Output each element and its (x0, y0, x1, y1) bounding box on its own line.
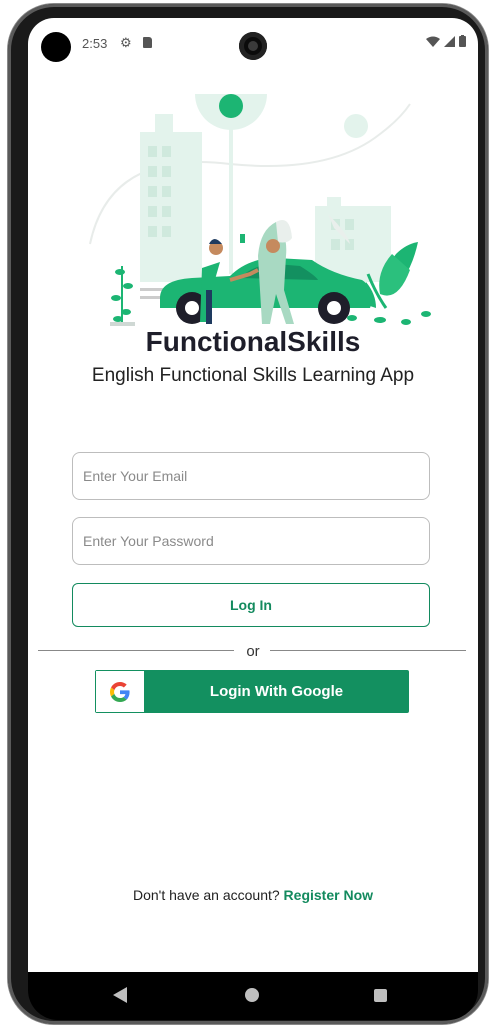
google-login-button[interactable]: Login With Google (95, 670, 409, 713)
car-handshake-illustration (89, 94, 431, 326)
recents-icon[interactable] (374, 989, 387, 1002)
register-prompt-text: Don't have an account? (132, 887, 280, 903)
home-icon[interactable] (245, 988, 259, 1002)
email-field[interactable] (72, 452, 430, 500)
battery-icon (459, 35, 466, 47)
front-camera (239, 32, 267, 60)
gear-icon: ⚙ (120, 35, 132, 50)
wifi-icon (426, 36, 440, 47)
back-icon[interactable] (113, 987, 127, 1003)
or-label: or (246, 643, 260, 660)
google-icon (96, 671, 144, 712)
signal-icon (444, 35, 455, 47)
app-title: FunctionalSkills (145, 326, 361, 357)
punch-hole (41, 32, 71, 62)
system-nav-bar (28, 972, 478, 1020)
google-login-label: Login With Google (209, 683, 344, 700)
status-time: 2:53 (82, 36, 108, 51)
register-prompt: Don't have an account? Register Now (28, 887, 478, 903)
app-screen: 2:53 ⚙ FunctionalSkills English Function… (28, 18, 478, 973)
divider-right (270, 650, 466, 651)
sd-card-icon (143, 37, 152, 48)
app-subtitle: English Functional Skills Learning App (91, 365, 415, 386)
status-bar: 2:53 ⚙ (28, 18, 478, 68)
register-now-link[interactable]: Register Now (284, 887, 373, 903)
divider-left (38, 650, 234, 651)
password-field[interactable] (72, 517, 430, 565)
login-button[interactable]: Log In (72, 583, 430, 627)
status-icons (426, 35, 466, 47)
